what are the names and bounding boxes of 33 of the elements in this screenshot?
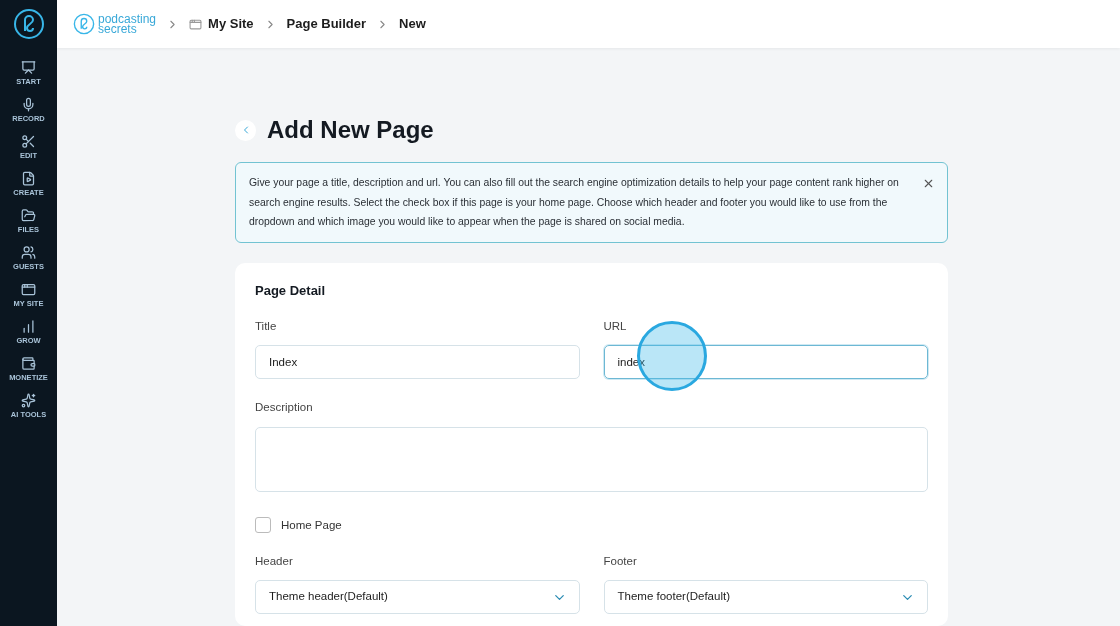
info-text: Give your page a title, description and url. You can also fill out the search engine optimization details to help your page content rank higher on search engine results. Select the check box if this page is your home page. Choose which header and footer you would like to use from the dropdown and which image you would like to appear when the page is shared on social media. [249,176,900,229]
sparkle-icon [21,393,36,408]
video-file-icon [21,171,36,186]
back-button[interactable] [235,119,256,141]
logo-icon [73,13,95,35]
browser-window-icon [21,282,36,297]
easel-icon [21,60,36,75]
wallet-icon [21,356,36,371]
home-page-checkbox[interactable] [255,517,271,534]
microphone-icon [21,97,36,112]
field-label: Title [255,319,278,334]
field-label: Header [255,553,294,569]
breadcrumb-link[interactable]: My Site [208,14,254,34]
page-title: Add New Page [267,115,434,145]
select-dropdown[interactable]: Theme footer(Default) [603,580,928,614]
logo-icon [12,8,45,40]
close-button[interactable] [922,177,935,190]
description-input[interactable] [255,426,928,492]
breadcrumb-link[interactable]: New [399,14,426,34]
field-label: Footer [603,553,638,569]
breadcrumb-link[interactable]: Page Builder [286,14,367,34]
card-title: Page Detail [255,281,327,300]
field-label: Description [255,400,314,416]
field-label: URL [603,319,628,334]
folder-icon [21,208,36,223]
checkbox-label: Home Page [281,517,342,533]
scissors-icon [21,134,36,149]
select-dropdown[interactable]: Theme header(Default) [255,580,580,614]
people-icon [21,245,36,260]
bar-chart-icon [21,319,36,334]
browser-window-icon [189,17,203,31]
brand-name: podcasting secrets [98,14,157,34]
title-input[interactable]: Index [255,345,580,380]
